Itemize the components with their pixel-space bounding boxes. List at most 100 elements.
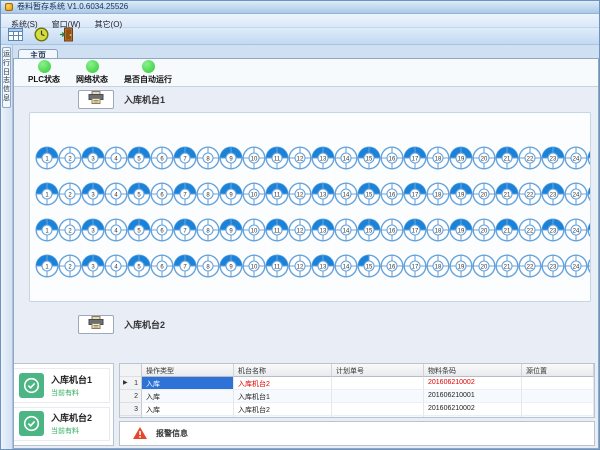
reel-slot-4-15: 15	[357, 254, 380, 278]
cell-r3-c4[interactable]: 201606210002	[424, 403, 522, 416]
check-icon	[19, 373, 44, 398]
warning-triangle-icon	[132, 426, 148, 445]
station1-print-button[interactable]	[78, 90, 114, 109]
svg-text:12: 12	[297, 156, 304, 162]
svg-text:10: 10	[251, 156, 258, 162]
reel-slot-2-4: 4	[104, 182, 127, 206]
svg-text:15: 15	[366, 228, 373, 234]
menubar: 系统(S)窗口(W)其它(O)	[1, 14, 599, 28]
reel-slot-3-2: 2	[58, 218, 81, 242]
svg-text:17: 17	[412, 228, 419, 234]
svg-text:24: 24	[573, 264, 580, 270]
svg-text:21: 21	[504, 264, 511, 270]
column-header-1[interactable]: 操作类型	[142, 364, 234, 377]
cell-r2-c5[interactable]	[522, 390, 594, 403]
cell-r1-c5[interactable]	[522, 377, 594, 390]
status-indicator-bar: PLC状态网络状态是否自动运行	[14, 59, 598, 87]
reel-slot-2-6: 6	[150, 182, 173, 206]
schedule-table-button[interactable]	[6, 28, 26, 44]
cell-r3-c3[interactable]	[332, 403, 424, 416]
reel-slot-2-25: 25	[587, 182, 591, 206]
cell-r4-c3[interactable]	[332, 416, 424, 418]
cell-r4-c5[interactable]	[522, 416, 594, 418]
reel-slot-3-15: 15	[357, 218, 380, 242]
row-header-2[interactable]: 2	[120, 390, 142, 403]
reel-slot-1-25: 25	[587, 146, 591, 170]
svg-text:19: 19	[458, 156, 465, 162]
cell-r1-c3[interactable]	[332, 377, 424, 390]
row-header-3[interactable]: 3	[120, 403, 142, 416]
column-header-2[interactable]: 机台名称	[234, 364, 332, 377]
cell-r1-c2[interactable]: 入库机台2	[234, 377, 332, 390]
svg-text:11: 11	[274, 156, 281, 162]
clock-button[interactable]	[31, 28, 51, 44]
reel-slot-3-20: 20	[472, 218, 495, 242]
station1-slot-grid: 1234567891011121314151617181920212223242…	[29, 112, 591, 302]
reel-slot-1-3: 3	[81, 146, 104, 170]
svg-text:17: 17	[412, 192, 419, 198]
reel-slot-2-2: 2	[58, 182, 81, 206]
menu-item-other[interactable]: 其它(O)	[88, 18, 130, 32]
reel-slot-2-20: 20	[472, 182, 495, 206]
station2-print-button[interactable]	[78, 315, 114, 334]
reel-slot-2-14: 14	[334, 182, 357, 206]
dock-strip: 运行日志信息	[1, 45, 13, 449]
cell-r3-c5[interactable]	[522, 403, 594, 416]
reel-slot-1-13: 13	[311, 146, 334, 170]
svg-text:20: 20	[481, 228, 488, 234]
svg-text:20: 20	[481, 156, 488, 162]
reel-slot-1-15: 15	[357, 146, 380, 170]
cell-r2-c2[interactable]: 入库机台1	[234, 390, 332, 403]
svg-text:21: 21	[504, 228, 511, 234]
reel-slot-2-22: 22	[518, 182, 541, 206]
reel-slot-1-22: 22	[518, 146, 541, 170]
card-title: 入库机台1	[51, 373, 92, 386]
reel-slot-3-12: 12	[288, 218, 311, 242]
reel-slot-4-13: 13	[311, 254, 334, 278]
cell-r2-c3[interactable]	[332, 390, 424, 403]
cell-r2-c4[interactable]: 201606210001	[424, 390, 522, 403]
reel-slot-4-9: 9	[219, 254, 242, 278]
reel-slot-4-3: 3	[81, 254, 104, 278]
reel-slot-2-13: 13	[311, 182, 334, 206]
svg-text:13: 13	[320, 156, 327, 162]
cell-r3-c1[interactable]: 入库	[142, 403, 234, 416]
station1-status-card: 入库机台1 当前有料	[14, 368, 110, 403]
reel-slot-2-15: 15	[357, 182, 380, 206]
row-header-1[interactable]: ▶1	[120, 377, 142, 390]
reel-slot-3-13: 13	[311, 218, 334, 242]
reel-slot-2-5: 5	[127, 182, 150, 206]
svg-text:22: 22	[527, 264, 534, 270]
cell-r1-c1[interactable]: 入库	[142, 377, 234, 390]
cell-r4-c1[interactable]	[142, 416, 234, 418]
reel-slot-3-10: 10	[242, 218, 265, 242]
reel-slot-1-16: 16	[380, 146, 403, 170]
status-label: PLC状态	[28, 74, 60, 85]
column-header-5[interactable]: 源位置	[522, 364, 594, 377]
cell-r4-c2[interactable]	[234, 416, 332, 418]
cell-r4-c4[interactable]	[424, 416, 522, 418]
reel-slot-4-22: 22	[518, 254, 541, 278]
row-number: 1	[134, 380, 138, 387]
main-area: 入库机台1 1234567891011121314151617181920212…	[14, 87, 598, 448]
row-header-4[interactable]: *4	[120, 416, 142, 418]
status-lamp-icon	[86, 60, 99, 73]
svg-text:23: 23	[550, 156, 557, 162]
app-window: 卷料暂存系统 V1.0.6034.25526 系统(S)窗口(W)其它(O) 运…	[0, 0, 600, 450]
printer-icon	[88, 316, 104, 332]
dock-tab-log[interactable]: 运行日志信息	[2, 47, 11, 108]
reel-slot-2-24: 24	[564, 182, 587, 206]
cell-r3-c2[interactable]: 入库机台2	[234, 403, 332, 416]
column-header-4[interactable]: 物料条码	[424, 364, 522, 377]
cell-r2-c1[interactable]: 入库	[142, 390, 234, 403]
reel-slot-4-23: 23	[541, 254, 564, 278]
svg-text:15: 15	[366, 264, 373, 270]
svg-text:10: 10	[251, 192, 258, 198]
svg-text:21: 21	[504, 156, 511, 162]
svg-text:24: 24	[573, 192, 580, 198]
exit-button[interactable]	[56, 28, 76, 44]
cell-r1-c4[interactable]: 201606210002	[424, 377, 522, 390]
station1-header: 入库机台1	[78, 88, 165, 110]
column-header-3[interactable]: 计划单号	[332, 364, 424, 377]
svg-text:20: 20	[481, 192, 488, 198]
